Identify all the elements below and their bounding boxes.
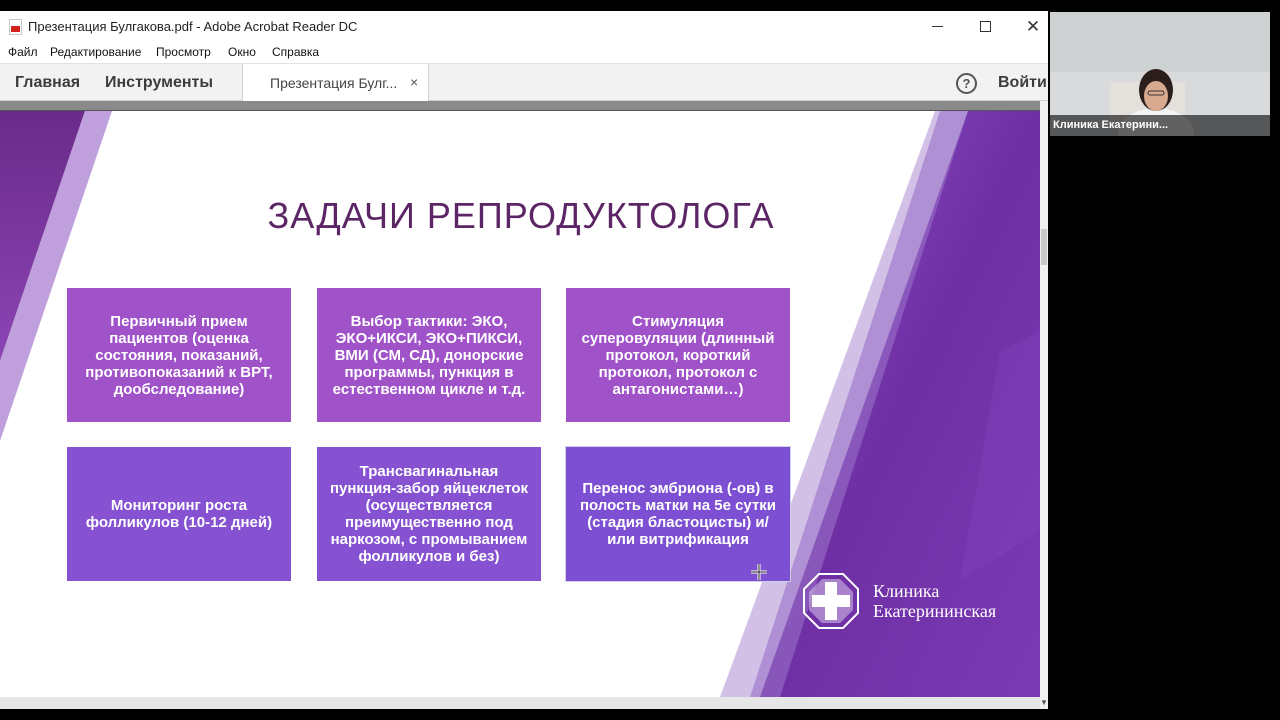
task-box-tactics-choice: Выбор тактики: ЭКО, ЭКО+ИКСИ, ЭКО+ПИКСИ,… [317,288,541,422]
scrollbar-thumb[interactable] [1041,229,1047,265]
document-view[interactable]: ЗАДАЧИ РЕПРОДУКТОЛОГА Первичный прием па… [0,101,1048,709]
task-box-monitoring: Мониторинг роста фолликулов (10-12 дней) [67,447,291,581]
tab-close-icon[interactable]: × [410,74,418,90]
title-bar: Презентация Булгакова.pdf - Adobe Acroba… [0,11,1048,42]
page-gap [0,101,1040,110]
document-tab[interactable]: Презентация Булг... × [242,64,429,102]
crosshair-cursor-icon [751,564,767,580]
participant-video[interactable]: Клиника Екатерини... [1050,12,1270,136]
help-icon[interactable]: ? [956,73,977,94]
screen-top-border [0,0,1280,11]
slide-title: ЗАДАЧИ РЕПРОДУКТОЛОГА [267,195,775,236]
task-box-stimulation: Стимуляция суперовуляции (длинный проток… [566,288,790,422]
logo-line-1: Клиника [873,581,940,601]
task-box-embryo-transfer: Перенос эмбриона (-ов) в полость матки н… [565,446,791,582]
menu-view[interactable]: Просмотр [156,45,211,59]
minimize-icon [931,26,943,27]
tools-tab[interactable]: Инструменты [105,74,213,92]
task-box-puncture: Трансвагинальная пункция-забор яйцеклето… [317,447,541,581]
vertical-scrollbar[interactable]: ▼ [1040,101,1048,709]
close-icon: ✕ [1025,17,1041,36]
toolbar: Главная Инструменты Презентация Булг... … [0,63,1048,102]
login-button[interactable]: Войти [998,74,1047,92]
maximize-icon [979,21,991,32]
pdf-file-icon [9,19,22,35]
menu-window[interactable]: Окно [228,45,256,59]
menu-help[interactable]: Справка [272,45,319,59]
logo-line-2: Екатерининская [873,601,997,621]
participant-name-label: Клиника Екатерини... [1050,115,1270,136]
clinic-logo-icon [803,573,859,629]
close-button[interactable]: ✕ [1010,11,1048,42]
horizontal-scrollbar[interactable] [0,697,1040,709]
minimize-button[interactable] [914,11,960,42]
scroll-down-arrow-icon[interactable]: ▼ [1040,697,1048,709]
acrobat-window: Презентация Булгакова.pdf - Adobe Acroba… [0,11,1048,709]
menu-file[interactable]: Файл [8,45,38,59]
menu-edit[interactable]: Редактирование [50,45,141,59]
maximize-button[interactable] [962,11,1008,42]
task-box-initial-consultation: Первичный прием пациентов (оценка состоя… [67,288,291,422]
slide-page: ЗАДАЧИ РЕПРОДУКТОЛОГА Первичный прием па… [0,111,1040,697]
clinic-logo-text: Клиника Екатерининская [873,581,996,621]
document-tab-label: Презентация Булг... [270,75,398,91]
home-tab[interactable]: Главная [15,74,80,92]
menu-bar: Файл Редактирование Просмотр Окно Справк… [0,42,1048,63]
window-title: Презентация Булгакова.pdf - Adobe Acroba… [28,19,358,34]
